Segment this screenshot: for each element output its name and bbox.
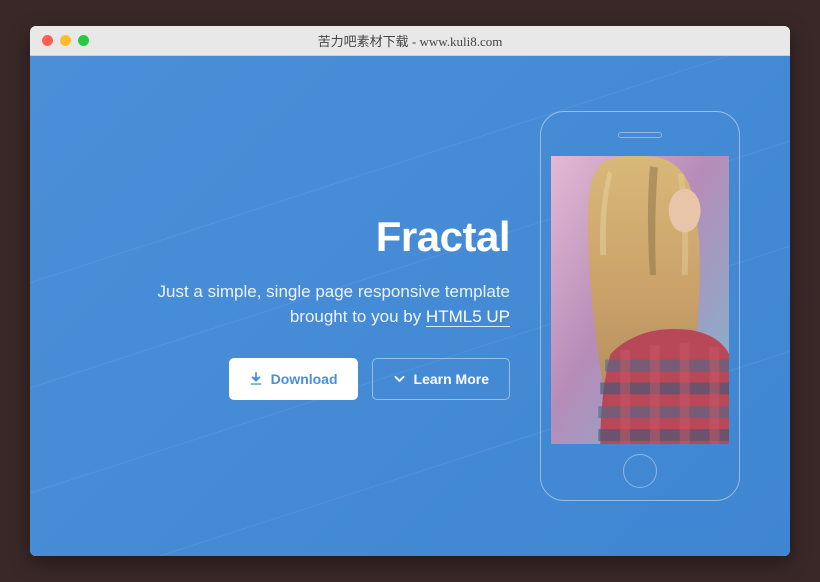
phone-screen <box>551 156 729 444</box>
page-title: Fractal <box>110 213 510 261</box>
window-titlebar: 苦力吧素材下载 - www.kuli8.com <box>30 26 790 56</box>
learn-more-button[interactable]: Learn More <box>372 358 510 400</box>
browser-window: 苦力吧素材下载 - www.kuli8.com Fractal Just a s… <box>30 26 790 556</box>
maximize-button[interactable] <box>78 35 89 46</box>
download-button[interactable]: Download <box>229 358 358 400</box>
hero-content: Fractal Just a simple, single page respo… <box>110 213 540 400</box>
learn-more-label: Learn More <box>414 371 489 387</box>
phone-mockup <box>540 111 740 501</box>
screenshot-image <box>551 156 729 444</box>
html5up-link[interactable]: HTML5 UP <box>426 307 510 327</box>
window-title: 苦力吧素材下载 - www.kuli8.com <box>30 31 790 50</box>
hero-section: Fractal Just a simple, single page respo… <box>30 56 790 556</box>
phone-home-button <box>623 454 657 488</box>
subtitle: Just a simple, single page responsive te… <box>110 279 510 330</box>
minimize-button[interactable] <box>60 35 71 46</box>
close-button[interactable] <box>42 35 53 46</box>
download-icon <box>249 372 263 386</box>
download-label: Download <box>271 371 338 387</box>
chevron-down-icon <box>393 372 406 385</box>
button-row: Download Learn More <box>110 358 510 400</box>
traffic-lights <box>30 35 89 46</box>
phone-speaker <box>618 132 662 138</box>
